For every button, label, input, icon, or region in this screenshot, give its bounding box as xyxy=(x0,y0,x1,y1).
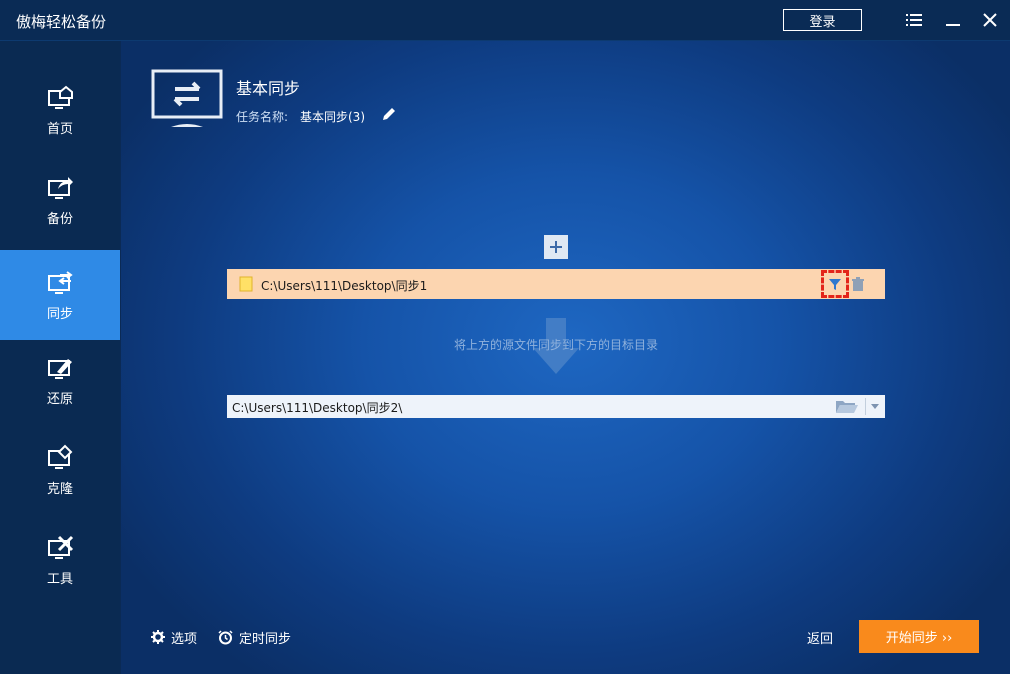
sync-icon xyxy=(48,270,73,294)
task-name-label: 任务名称: xyxy=(236,110,289,124)
back-button[interactable]: 返回 xyxy=(807,628,833,647)
delete-icon[interactable] xyxy=(851,277,865,292)
options-button[interactable]: 选项 xyxy=(151,628,198,647)
close-icon[interactable] xyxy=(979,9,1001,31)
sidebar-item-label: 备份 xyxy=(46,211,73,227)
browse-folder-icon[interactable] xyxy=(835,399,859,414)
options-label: 选项 xyxy=(171,631,198,647)
alarm-clock-icon xyxy=(218,629,233,644)
destination-path: C:\Users\111\Desktop\同步2\ xyxy=(232,401,403,415)
source-folder-row[interactable]: C:\Users\111\Desktop\同步1 xyxy=(227,269,885,299)
schedule-label: 定时同步 xyxy=(239,631,292,647)
destination-folder-row[interactable]: C:\Users\111\Desktop\同步2\ xyxy=(227,395,885,418)
title-bar: 傲梅轻松备份 登录 xyxy=(0,0,1010,41)
sidebar-item-home[interactable]: 首页 xyxy=(0,65,120,155)
chevron-down-icon[interactable] xyxy=(870,403,880,411)
sidebar: 首页 备份 同步 还原 克隆 工具 xyxy=(0,41,120,674)
sync-monitor-icon xyxy=(151,69,223,127)
sidebar-item-label: 工具 xyxy=(46,571,73,587)
filter-icon xyxy=(829,279,841,290)
sidebar-item-clone[interactable]: 克隆 xyxy=(0,425,120,515)
login-button[interactable]: 登录 xyxy=(783,9,862,31)
start-sync-button[interactable]: 开始同步 ›› xyxy=(859,620,979,653)
schedule-sync-button[interactable]: 定时同步 xyxy=(218,628,292,647)
plus-icon xyxy=(550,241,562,253)
sidebar-item-restore[interactable]: 还原 xyxy=(0,335,120,425)
sidebar-item-sync[interactable]: 同步 xyxy=(0,250,120,340)
restore-icon xyxy=(48,358,72,379)
sidebar-item-label: 同步 xyxy=(46,306,73,322)
sync-hint-text: 将上方的源文件同步到下方的目标目录 xyxy=(453,338,658,352)
filter-button[interactable] xyxy=(821,270,849,298)
edit-pencil-icon[interactable] xyxy=(381,106,397,122)
sidebar-item-backup[interactable]: 备份 xyxy=(0,155,120,245)
sidebar-item-tools[interactable]: 工具 xyxy=(0,515,120,605)
add-source-button[interactable] xyxy=(544,235,568,259)
sidebar-item-label: 还原 xyxy=(46,391,73,407)
folder-icon xyxy=(239,276,253,292)
backup-icon xyxy=(48,176,73,199)
sidebar-item-label: 首页 xyxy=(46,121,73,137)
page-title: 基本同步 xyxy=(236,79,301,98)
divider xyxy=(865,398,866,415)
main-panel: 基本同步 任务名称: 基本同步(3) C:\Users\111\Desktop\… xyxy=(121,41,1010,674)
source-path: C:\Users\111\Desktop\同步1 xyxy=(261,279,428,293)
minimize-icon[interactable] xyxy=(942,9,964,31)
menu-icon[interactable] xyxy=(903,9,925,31)
home-icon xyxy=(48,85,73,109)
clone-icon xyxy=(48,444,73,469)
task-name-value: 基本同步(3) xyxy=(300,110,365,124)
tools-icon xyxy=(48,535,74,559)
sidebar-item-label: 克隆 xyxy=(46,481,73,497)
gear-icon xyxy=(151,630,165,644)
app-title: 傲梅轻松备份 xyxy=(16,13,107,31)
